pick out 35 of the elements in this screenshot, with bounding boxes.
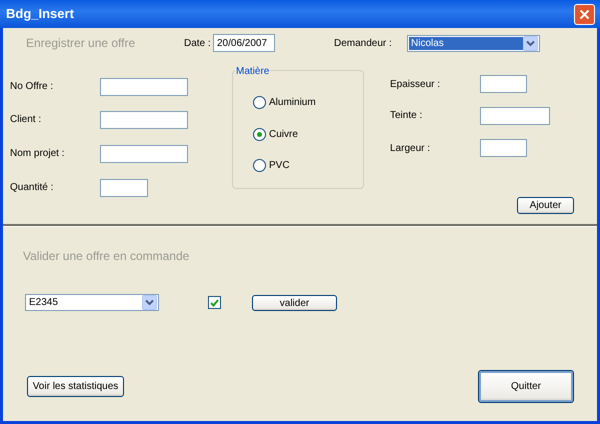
text-field[interactable]: 20/06/2007 [213, 34, 275, 52]
checkbox[interactable] [208, 296, 221, 309]
field-label: Largeur : [390, 142, 432, 156]
text-field[interactable] [100, 178, 148, 196]
dropdown[interactable]: E2345 [25, 294, 159, 311]
quit-button[interactable]: Quitter [478, 370, 574, 403]
close-icon [579, 8, 590, 20]
field-label: Nom projet : [10, 147, 66, 161]
field-label: Client : [10, 113, 42, 127]
text-field[interactable] [480, 139, 527, 157]
field-label: Date : [184, 36, 212, 50]
text-field[interactable] [480, 106, 550, 124]
statistics-button[interactable]: Voir les statistiques [27, 376, 124, 397]
field-label: Epaisseur : [390, 78, 442, 92]
option-label: Aluminium [269, 96, 316, 110]
field-label: Quantité : [10, 181, 54, 195]
radio-button[interactable] [253, 159, 266, 172]
field-label: Teinte : [390, 109, 424, 123]
field-label: No Offre : [10, 80, 54, 94]
validate-button[interactable]: valider [252, 294, 337, 310]
field-label: Demandeur : [334, 36, 393, 50]
option-label: PVC [269, 159, 290, 173]
close-button[interactable] [574, 4, 595, 24]
add-button[interactable]: Ajouter [517, 197, 574, 214]
radio-button[interactable] [253, 96, 266, 109]
text-field[interactable] [100, 144, 188, 162]
text-field[interactable] [100, 78, 188, 96]
section-title: Valider une offre en commande [22, 248, 190, 265]
radio-button[interactable] [253, 128, 266, 140]
text-field[interactable] [480, 75, 527, 93]
window-title: Bdg_Insert [6, 5, 74, 24]
section-title: Enregistrer une offre [25, 35, 136, 52]
text-field[interactable] [100, 110, 188, 128]
option-label: Cuivre [269, 128, 298, 142]
dropdown[interactable]: Nicolas [407, 34, 540, 52]
